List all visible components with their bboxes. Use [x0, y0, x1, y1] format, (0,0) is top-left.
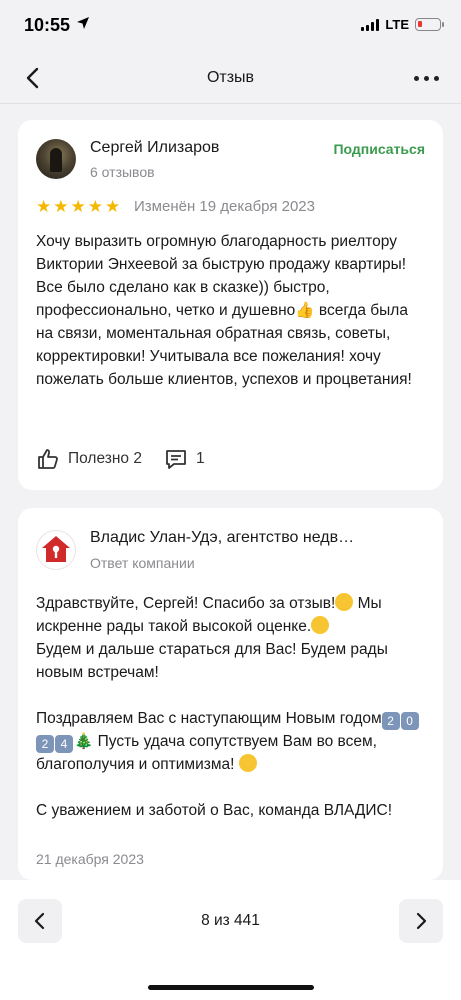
reply-line-2: Будем и дальше стараться для Вас! Будем … — [36, 641, 388, 681]
comment-icon — [166, 450, 186, 469]
company-reply-card: Владис Улан-Удэ, агентство недв… Ответ к… — [18, 508, 443, 880]
avatar[interactable] — [36, 139, 76, 179]
comments-count: 1 — [195, 450, 205, 467]
next-chevron-icon — [416, 912, 427, 930]
keycap-digit: 2 — [381, 712, 400, 730]
page-title: Отзыв — [206, 69, 255, 86]
grinning-face-emoji-icon — [311, 616, 330, 634]
star-icon: ★ — [87, 197, 103, 216]
keycap-digit: 2 — [36, 735, 54, 753]
review-card: Сергей Илизаров 6 отзывов Подписаться ★ … — [18, 120, 443, 490]
nav-bar: Отзыв — [0, 52, 461, 104]
christmas-tree-emoji-icon: 🎄 — [74, 732, 94, 750]
author-name[interactable]: Сергей Илизаров — [90, 139, 219, 157]
network-label: LTE — [385, 17, 409, 32]
more-dots-icon[interactable] — [414, 76, 439, 81]
reply-greeting-newyear: Поздравляем Вас с наступающим Новым годо… — [36, 710, 382, 727]
useful-button[interactable]: Полезно 2 — [36, 447, 142, 471]
next-review-button[interactable] — [399, 899, 443, 943]
location-arrow-icon — [76, 16, 90, 35]
review-actions: Полезно 2 1 — [36, 447, 227, 471]
reply-date: 21 декабря 2023 — [36, 851, 144, 867]
reply-text: Здравствуйте, Сергей! Спасибо за отзыв! … — [36, 592, 425, 822]
useful-label: Полезно 2 — [68, 450, 142, 467]
company-name[interactable]: Владис Улан-Удэ, агентство недв… — [90, 529, 420, 547]
star-icon: ★ — [105, 197, 121, 216]
status-indicators: LTE — [361, 17, 444, 32]
author-reviews-count: 6 отзывов — [90, 164, 155, 180]
status-bar: 10:55 LTE — [0, 0, 461, 52]
home-indicator[interactable] — [148, 985, 314, 990]
thumbs-up-icon — [38, 449, 58, 469]
hugging-face-emoji-icon — [238, 754, 257, 772]
status-time: 10:55 — [24, 15, 71, 35]
star-icon: ★ — [36, 197, 52, 216]
review-text: Хочу выразить огромную благодарность рие… — [36, 230, 425, 391]
battery-low-icon — [415, 18, 444, 31]
company-reply-label: Ответ компании — [90, 555, 195, 571]
smiling-face-emoji-icon — [335, 593, 354, 611]
reply-signature: С уважением и заботой о Вас, команда ВЛА… — [36, 802, 393, 819]
edited-date: Изменён 19 декабря 2023 — [134, 198, 315, 215]
thumbs-up-emoji-icon: 👍 — [295, 301, 315, 319]
rating-stars: ★ ★ ★ ★ ★ — [36, 198, 120, 216]
star-icon: ★ — [53, 197, 69, 216]
star-icon: ★ — [70, 197, 86, 216]
subscribe-button[interactable]: Подписаться — [333, 141, 425, 157]
pager-bar: 8 из 441 — [0, 880, 461, 1000]
keycap-digit: 0 — [400, 712, 419, 730]
reply-greeting: Здравствуйте, Сергей! Спасибо за отзыв! — [36, 595, 336, 612]
comments-button[interactable]: 1 — [164, 447, 205, 471]
keycap-digit: 4 — [55, 735, 73, 753]
pager-position: 8 из 441 — [201, 912, 260, 929]
company-logo-icon[interactable] — [36, 530, 76, 570]
signal-icon — [361, 18, 380, 31]
